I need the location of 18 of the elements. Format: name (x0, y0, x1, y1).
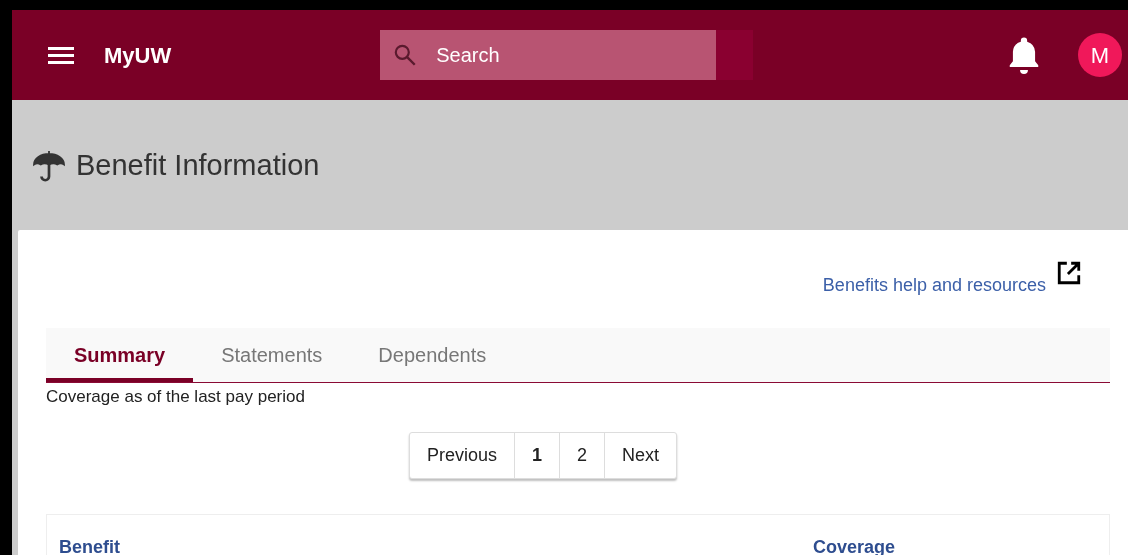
tab[interactable]: Statements (193, 328, 351, 382)
menu-icon[interactable] (48, 46, 74, 64)
external-link-icon[interactable] (1056, 260, 1082, 286)
column-header: Benefit (59, 535, 121, 555)
tab[interactable]: Dependents (350, 328, 515, 382)
search-field[interactable]: Search (380, 30, 717, 80)
next-button[interactable]: Next (604, 432, 677, 478)
previous-button[interactable]: Previous (409, 432, 514, 478)
avatar[interactable]: M (1078, 33, 1122, 77)
umbrella-icon (30, 148, 68, 184)
page-button[interactable]: 1 (514, 432, 559, 478)
page-button[interactable]: 2 (559, 432, 604, 478)
page-title: Benefit Information (76, 148, 320, 184)
app-name[interactable]: MyUW (104, 38, 172, 72)
help-link[interactable]: Benefits help and resources (822, 272, 1046, 299)
tab[interactable]: Summary (46, 328, 194, 382)
search-input[interactable]: Search (436, 40, 697, 70)
coverage-caption: Coverage as of the last pay period (46, 386, 306, 408)
